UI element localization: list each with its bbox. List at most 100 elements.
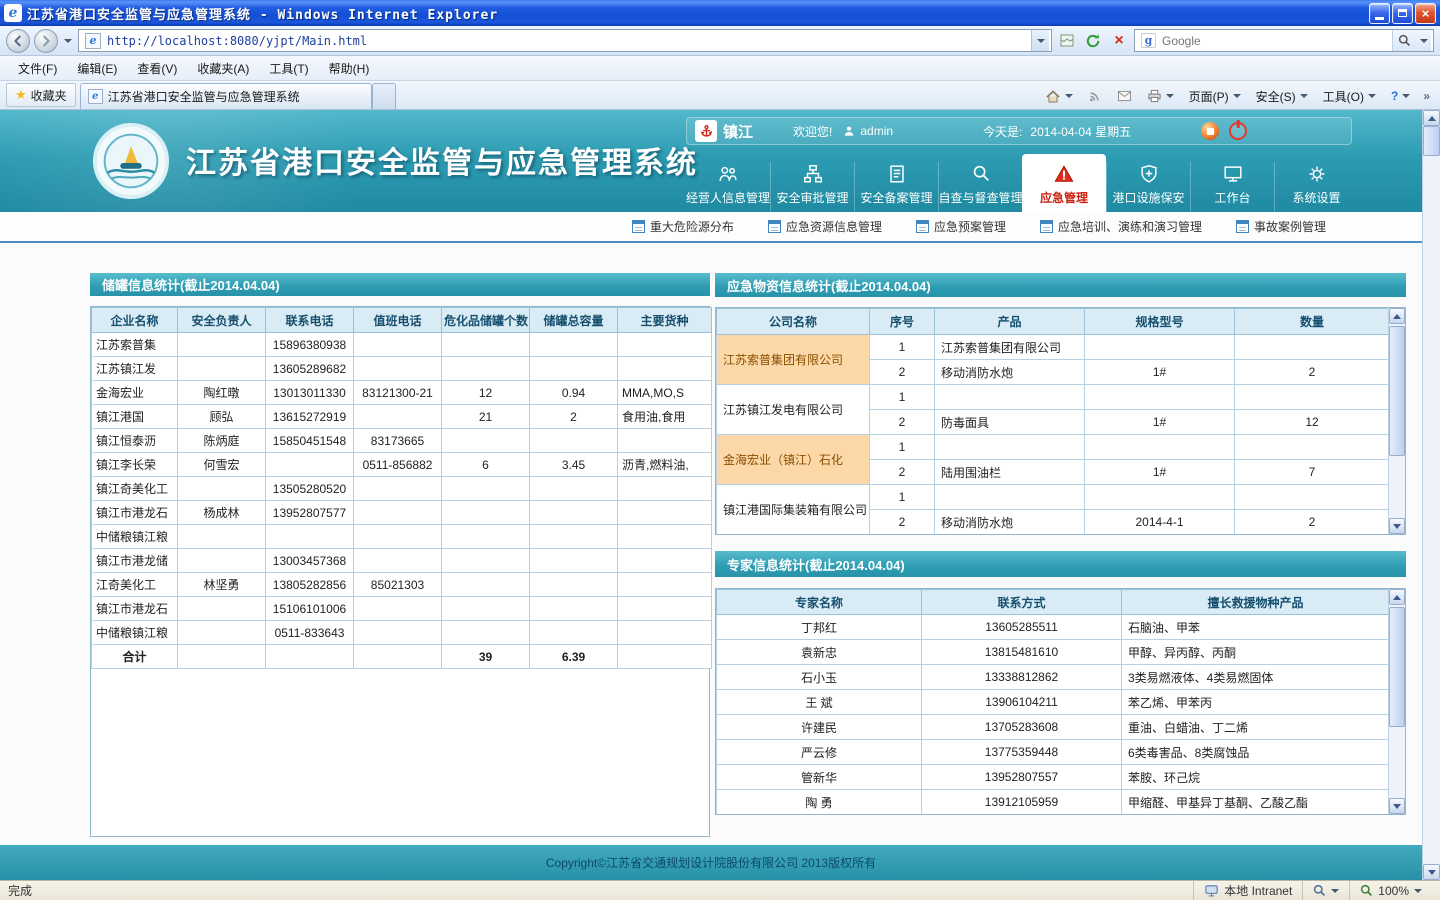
tank-cell: MMA,MO,S — [618, 381, 712, 405]
subnav-case-management[interactable]: 事故案例管理 — [1236, 218, 1326, 235]
compatibility-view-button[interactable] — [1056, 29, 1078, 53]
minimize-button[interactable] — [1369, 3, 1390, 24]
supplies-company-cell: 江苏索普集团有限公司 — [717, 335, 870, 385]
scroll-thumb[interactable] — [1423, 126, 1440, 156]
menu-tools[interactable]: 工具(T) — [259, 57, 318, 80]
scroll-thumb[interactable] — [1389, 326, 1405, 456]
tank-cell — [354, 549, 442, 573]
tank-cell: 6.39 — [530, 645, 618, 669]
search-box[interactable]: g — [1134, 29, 1434, 52]
menu-favorites[interactable]: 收藏夹(A) — [187, 57, 259, 80]
url-history-dropdown[interactable] — [1031, 30, 1049, 51]
tools-menu-button[interactable]: 工具(O) — [1317, 86, 1382, 107]
tank-cell — [354, 405, 442, 429]
supplies-cell: 1 — [870, 385, 935, 410]
favorites-button[interactable]: ★ 收藏夹 — [6, 83, 76, 107]
nav-emergency[interactable]: 应急管理 — [1022, 154, 1106, 212]
new-tab-button[interactable] — [372, 83, 396, 109]
search-options-dropdown[interactable] — [1416, 30, 1431, 51]
experts-scrollbar[interactable] — [1388, 589, 1405, 814]
sub-nav: 重大危险源分布 应急资源信息管理 应急预案管理 应急培训、演练和演习管理 事故案… — [0, 212, 1422, 243]
tank-cell: 3.45 — [530, 453, 618, 477]
scroll-down-icon[interactable] — [1389, 798, 1405, 814]
home-button[interactable] — [1039, 87, 1079, 106]
nav-system-settings[interactable]: 系统设置 — [1274, 162, 1358, 212]
subnav-hazard-distribution[interactable]: 重大危险源分布 — [632, 218, 734, 235]
feeds-icon[interactable] — [1082, 87, 1108, 105]
forward-button[interactable] — [34, 29, 58, 53]
tank-cell: 13003457368 — [266, 549, 354, 573]
menu-view[interactable]: 查看(V) — [127, 57, 187, 80]
supplies-cell: 1 — [870, 485, 935, 510]
tank-cell: 食用油,食用 — [618, 405, 712, 429]
toolbar-overflow-icon[interactable]: » — [1419, 89, 1434, 103]
nav-workbench[interactable]: 工作台 — [1190, 162, 1274, 212]
scroll-down-icon[interactable] — [1423, 864, 1440, 880]
supplies-row: 镇江港国际集装箱有限公司1 — [717, 485, 1389, 510]
ie-logo-icon: e — [4, 4, 22, 22]
experts-cell: 丁邦红 — [717, 615, 922, 640]
supplies-company-cell: 江苏镇江发电有限公司 — [717, 385, 870, 435]
welcome-text: 欢迎您! — [793, 123, 832, 140]
experts-cell: 石小玉 — [717, 665, 922, 690]
scroll-up-icon[interactable] — [1389, 308, 1405, 324]
experts-cell: 13338812862 — [922, 665, 1122, 690]
supplies-cell: 2014-4-1 — [1085, 510, 1235, 535]
address-toolbar: e × g — [0, 26, 1440, 56]
supplies-scrollbar[interactable] — [1388, 308, 1405, 534]
home-shortcut-icon[interactable] — [1201, 122, 1219, 140]
supplies-row: 金海宏业（镇江）石化1 — [717, 435, 1389, 460]
search-input[interactable] — [1160, 33, 1392, 49]
nav-safety-record[interactable]: 安全备案管理 — [854, 162, 938, 212]
subnav-plan-management[interactable]: 应急预案管理 — [916, 218, 1006, 235]
tank-cell: 83173665 — [354, 429, 442, 453]
search-button[interactable] — [1392, 30, 1416, 51]
tank-cell — [442, 477, 530, 501]
nav-operator-info[interactable]: 经营人信息管理 — [686, 162, 770, 212]
zoom-level-button[interactable]: 100% — [1349, 881, 1432, 900]
scroll-down-icon[interactable] — [1389, 518, 1405, 534]
mail-icon[interactable] — [1111, 88, 1138, 104]
experts-cell: 管新华 — [717, 765, 922, 790]
tank-cell — [530, 525, 618, 549]
supplies-cell — [935, 485, 1085, 510]
address-bar[interactable]: e — [78, 29, 1052, 52]
nav-inspection[interactable]: 自查与督查管理 — [938, 162, 1022, 212]
menu-file[interactable]: 文件(F) — [8, 57, 67, 80]
google-icon: g — [1141, 33, 1156, 48]
window-title: 江苏省港口安全监管与应急管理系统 - Windows Internet Expl… — [27, 4, 1369, 23]
page-scrollbar[interactable] — [1422, 110, 1440, 880]
zoom-menu-button[interactable] — [1302, 881, 1349, 900]
url-input[interactable] — [105, 33, 1031, 49]
nav-safety-approval[interactable]: 安全审批管理 — [770, 162, 854, 212]
scroll-up-icon[interactable] — [1423, 110, 1440, 126]
back-button[interactable] — [6, 29, 30, 53]
tank-cell — [530, 621, 618, 645]
tank-row: 镇江市港龙储13003457368 — [92, 549, 712, 573]
supplies-cell — [1235, 385, 1389, 410]
logout-icon[interactable] — [1229, 122, 1247, 140]
page-icon — [632, 220, 645, 233]
subnav-resource-info[interactable]: 应急资源信息管理 — [768, 218, 882, 235]
help-button[interactable]: ? — [1385, 87, 1416, 105]
menu-edit[interactable]: 编辑(E) — [67, 57, 127, 80]
print-button[interactable] — [1141, 87, 1180, 105]
command-bar: 页面(P) 安全(S) 工具(O) ? » — [1039, 83, 1438, 109]
computer-icon — [1204, 884, 1219, 898]
menu-help[interactable]: 帮助(H) — [319, 57, 380, 80]
restore-button[interactable] — [1392, 3, 1413, 24]
experts-section-title: 专家信息统计(截止2014.04.04) — [715, 551, 1406, 577]
browser-tab[interactable]: e 江苏省港口安全监管与应急管理系统 — [80, 83, 372, 109]
recent-pages-dropdown[interactable] — [62, 29, 74, 53]
magnifier-icon — [1360, 884, 1373, 897]
refresh-button[interactable] — [1082, 29, 1104, 53]
stop-button[interactable]: × — [1108, 29, 1130, 53]
close-button[interactable]: × — [1415, 3, 1436, 24]
supplies-header-cell: 产品 — [935, 309, 1085, 335]
nav-port-security[interactable]: 港口设施保安 — [1106, 162, 1190, 212]
page-menu-button[interactable]: 页面(P) — [1183, 86, 1247, 107]
safety-menu-button[interactable]: 安全(S) — [1250, 86, 1314, 107]
scroll-up-icon[interactable] — [1389, 589, 1405, 605]
subnav-training-drill[interactable]: 应急培训、演练和演习管理 — [1040, 218, 1202, 235]
scroll-thumb[interactable] — [1389, 607, 1405, 727]
